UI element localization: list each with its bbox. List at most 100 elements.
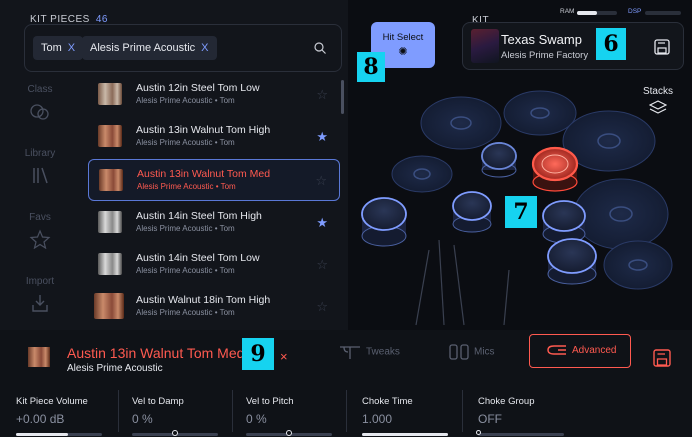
kit-name: Texas Swamp — [501, 32, 582, 47]
ram-meter-fill — [577, 11, 597, 15]
item-name: Austin 14in Steel Tom Low — [136, 252, 260, 264]
item-name: Austin 14in Steel Tom High — [136, 210, 262, 222]
filter-box[interactable]: Tom X Alesis Prime Acoustic X — [24, 24, 342, 72]
selected-piece-name: Austin 13in Walnut Tom Med — [67, 345, 245, 361]
sidebar-item-label: Import — [25, 276, 55, 287]
item-sub: Alesis Prime Acoustic • Tom — [136, 138, 235, 147]
cymbals[interactable] — [391, 90, 673, 290]
tom-thumbnail — [98, 125, 122, 147]
badge-8: 8 — [357, 52, 385, 82]
badge-6: 6 — [596, 28, 626, 60]
item-sub: Alesis Prime Acoustic • Tom — [136, 96, 235, 105]
badge-9: 9 — [242, 338, 274, 370]
sidebar-item-label: Class — [27, 84, 53, 95]
item-name: Austin Walnut 18in Tom High — [136, 294, 271, 306]
item-name: Austin 13in Walnut Tom High — [136, 124, 271, 136]
sidebar-item-library[interactable]: Library — [0, 148, 80, 185]
slider-fill — [16, 433, 68, 436]
param-choke-time: Choke Time 1.000 — [362, 396, 413, 426]
list-item-selected[interactable]: Austin 13in Walnut Tom Med Alesis Prime … — [88, 159, 340, 201]
slider-knob[interactable] — [286, 430, 292, 436]
list-item[interactable]: Austin Walnut 18in Tom High Alesis Prime… — [88, 286, 340, 320]
param-choke-group: Choke Group OFF — [478, 396, 535, 426]
remove-filter-icon[interactable]: X — [68, 42, 75, 54]
kit-pieces-panel: KIT PIECES 46 Tom X Alesis Prime Acoustic X… — [0, 0, 348, 330]
list-item[interactable]: Austin 12in Steel Tom Low Alesis Prime A… — [88, 74, 340, 116]
param-value[interactable]: 1.000 — [362, 412, 413, 426]
star-filled-icon[interactable]: ★ — [316, 129, 328, 145]
item-sub: Alesis Prime Acoustic • Tom — [136, 266, 235, 275]
tom-thumbnail — [28, 347, 50, 367]
tab-mics[interactable]: Mics — [448, 343, 495, 361]
kit-piece-editor: Austin 13in Walnut Tom Med Alesis Prime … — [0, 330, 692, 437]
tab-tweaks[interactable]: Tweaks — [338, 343, 400, 361]
import-icon — [32, 295, 48, 312]
param-kit-piece-volume: Kit Piece Volume +0.00 dB — [16, 396, 88, 426]
tab-label: Mics — [474, 346, 495, 358]
tom-thumbnail — [99, 169, 123, 191]
kit-library: Alesis Prime Factory — [501, 50, 589, 61]
param-value[interactable]: 0 % — [132, 412, 184, 426]
divider — [462, 390, 463, 432]
tweaks-icon — [340, 346, 360, 359]
mics-icon — [449, 344, 469, 360]
remove-filter-icon[interactable]: X — [201, 42, 208, 54]
list-item[interactable]: Austin 14in Steel Tom High Alesis Prime … — [88, 202, 340, 244]
dsp-meter — [645, 11, 681, 15]
tab-label: Tweaks — [366, 346, 400, 358]
tom-thumbnail — [98, 211, 122, 233]
star-outline-icon[interactable]: ☆ — [316, 257, 328, 273]
star-outline-icon[interactable]: ☆ — [315, 173, 327, 189]
param-label: Choke Group — [478, 396, 535, 407]
sidebar-item-label: Library — [24, 148, 56, 159]
param-label: Kit Piece Volume — [16, 396, 88, 407]
choke-group-slider[interactable] — [478, 433, 564, 436]
param-vel-to-pitch: Vel to Pitch 0 % — [246, 396, 294, 426]
save-icon[interactable] — [652, 348, 672, 368]
slider-fill — [362, 433, 448, 436]
param-label: Vel to Pitch — [246, 396, 294, 407]
param-value[interactable]: OFF — [478, 412, 535, 426]
dsp-label: DSP — [628, 8, 642, 15]
tab-advanced[interactable]: Advanced — [529, 334, 632, 368]
item-sub: Alesis Prime Acoustic • Tom — [137, 182, 236, 191]
list-item[interactable]: Austin 13in Walnut Tom High Alesis Prime… — [88, 116, 340, 158]
divider — [118, 390, 119, 432]
badge-7: 7 — [505, 196, 537, 228]
tom-thumbnail — [98, 253, 122, 275]
ram-label: RAM — [560, 8, 575, 15]
tab-label: Advanced — [572, 345, 617, 356]
filter-chip-label: Alesis Prime Acoustic — [90, 42, 196, 54]
selected-piece-library: Alesis Prime Acoustic — [67, 363, 163, 374]
param-value[interactable]: 0 % — [246, 412, 294, 426]
filter-chip-label: Tom — [41, 42, 62, 54]
choke-time-slider[interactable] — [362, 433, 448, 436]
save-icon[interactable] — [653, 38, 671, 56]
star-outline-icon — [29, 229, 51, 249]
kit-piece-list: Austin 12in Steel Tom Low Alesis Prime A… — [84, 74, 342, 320]
list-item[interactable]: Austin 14in Steel Tom Low Alesis Prime A… — [88, 244, 340, 286]
filter-chip-tom[interactable]: Tom X — [33, 36, 84, 60]
close-icon[interactable]: × — [280, 349, 288, 364]
filter-chip-library[interactable]: Alesis Prime Acoustic X — [82, 36, 217, 60]
param-vel-to-damp: Vel to Damp 0 % — [132, 396, 184, 426]
tom-thumbnail — [94, 293, 124, 319]
star-outline-icon[interactable]: ☆ — [316, 299, 328, 315]
item-name: Austin 12in Steel Tom Low — [136, 82, 260, 94]
class-icon — [30, 104, 49, 120]
sidebar-item-favs[interactable]: Favs — [0, 212, 80, 249]
sidebar-item-import[interactable]: Import — [0, 276, 80, 313]
item-name: Austin 13in Walnut Tom Med — [137, 168, 271, 180]
slider-knob[interactable] — [172, 430, 178, 436]
sidebar-item-class[interactable]: Class — [0, 84, 80, 121]
slider-knob[interactable] — [476, 430, 481, 435]
param-value[interactable]: +0.00 dB — [16, 412, 88, 426]
divider — [346, 390, 347, 432]
star-filled-icon[interactable]: ★ — [316, 215, 328, 231]
star-outline-icon[interactable]: ☆ — [316, 87, 328, 103]
ram-meter — [577, 11, 617, 15]
kit-piece-volume-slider[interactable] — [16, 433, 102, 436]
advanced-icon — [547, 345, 566, 356]
search-icon[interactable] — [313, 41, 327, 55]
kit-selector[interactable]: Texas Swamp Alesis Prime Factory — [462, 22, 684, 70]
